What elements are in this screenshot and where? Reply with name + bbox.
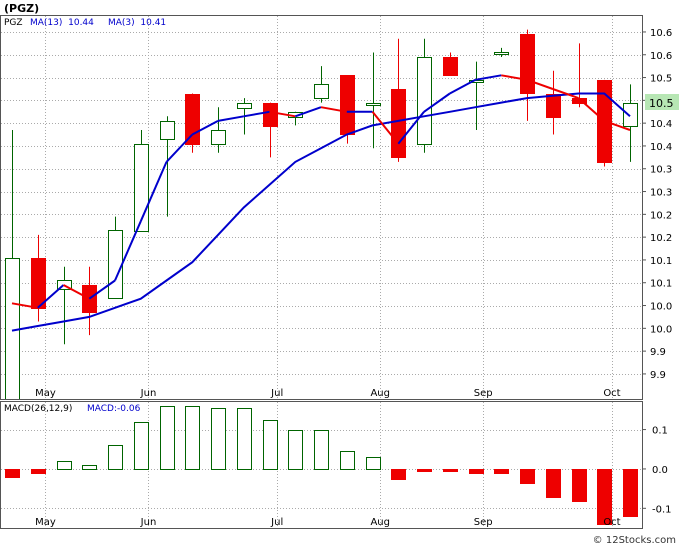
macd-x-tick-label: Oct bbox=[603, 517, 620, 528]
candle-down bbox=[443, 57, 458, 76]
watermark: © 12Stocks.com bbox=[593, 535, 676, 546]
candle-down bbox=[82, 285, 97, 313]
price-y-tick-label: 10.6 bbox=[650, 28, 672, 39]
price-x-tick-label: Jul bbox=[270, 388, 283, 399]
candle-up bbox=[623, 103, 638, 127]
macd-bar-negative bbox=[391, 469, 406, 480]
macd-bar-negative bbox=[31, 469, 46, 474]
candle-down bbox=[546, 94, 561, 118]
macd-x-tick-label: Jun bbox=[140, 517, 157, 528]
candle-up bbox=[494, 52, 509, 55]
macd-legend-value: MACD:-0.06 bbox=[87, 404, 141, 414]
macd-x-tick-label: Aug bbox=[370, 517, 390, 528]
chart-title: (PGZ) bbox=[4, 2, 39, 15]
macd-bar-negative bbox=[494, 469, 509, 474]
price-x-tick-label: May bbox=[35, 388, 56, 399]
macd-bar-positive bbox=[160, 406, 175, 470]
candle-down bbox=[391, 89, 406, 158]
legend-ma3: MA(3) 10.41 bbox=[108, 18, 166, 28]
macd-y-tick-label: 0.1 bbox=[652, 426, 668, 437]
candle-up bbox=[160, 121, 175, 140]
candle-up bbox=[417, 57, 432, 145]
macd-bar-positive bbox=[288, 430, 303, 470]
macd-bar-negative bbox=[572, 469, 587, 502]
macd-bar-positive bbox=[57, 461, 72, 470]
price-y-tick-label: 10.2 bbox=[650, 210, 672, 221]
macd-bar-negative bbox=[469, 469, 484, 474]
price-badge: 10.5 bbox=[649, 97, 674, 110]
macd-bar-positive bbox=[211, 408, 226, 470]
macd-y-tick-label: 0.0 bbox=[652, 465, 668, 476]
macd-bar-positive bbox=[237, 408, 252, 470]
macd-bar-negative bbox=[417, 469, 432, 472]
macd-bar-positive bbox=[263, 420, 278, 470]
price-x-tick-label: Oct bbox=[603, 388, 620, 399]
macd-x-tick-label: May bbox=[35, 517, 56, 528]
price-y-tick-label: 10.3 bbox=[650, 188, 672, 199]
price-x-tick-label: Aug bbox=[370, 388, 390, 399]
price-y-tick-label: 10.2 bbox=[650, 233, 672, 244]
stock-chart: 10.6 10.6 10.5 10.5 10.4 10.4 10.3 10.3 10.2 10.2… bbox=[0, 0, 680, 546]
price-y-tick-label: 10.3 bbox=[650, 165, 672, 176]
macd-bar-negative bbox=[443, 469, 458, 472]
candle-down bbox=[263, 103, 278, 127]
price-y-tick-label: 10.0 bbox=[650, 302, 672, 313]
candle-down bbox=[31, 258, 46, 309]
price-y-tick-label: 10.6 bbox=[650, 51, 672, 62]
macd-bar-positive bbox=[314, 430, 329, 470]
price-y-tick-label: 9.9 bbox=[650, 370, 666, 381]
price-x-tick-label: Sep bbox=[474, 388, 493, 399]
macd-bar-positive bbox=[340, 451, 355, 470]
macd-bar-positive bbox=[82, 465, 97, 470]
candle-down bbox=[340, 75, 355, 135]
candle-up bbox=[366, 103, 381, 106]
legend-ma13: MA(13) 10.44 bbox=[30, 18, 94, 28]
macd-x-tick-label: Sep bbox=[474, 517, 493, 528]
macd-bar-positive bbox=[185, 406, 200, 470]
macd-y-tick-label: -0.1 bbox=[652, 504, 672, 515]
candle-up bbox=[108, 230, 123, 299]
candle-up bbox=[237, 103, 252, 109]
candle-down bbox=[520, 34, 535, 94]
price-y-tick-label: 10.4 bbox=[650, 119, 672, 130]
candle-up bbox=[211, 130, 226, 145]
macd-bar-positive bbox=[108, 445, 123, 470]
macd-bar-negative bbox=[623, 469, 638, 517]
macd-x-tick-label: Jul bbox=[270, 517, 283, 528]
price-y-tick-label: 9.9 bbox=[650, 347, 666, 358]
price-y-tick-label: 10.1 bbox=[650, 256, 672, 267]
macd-bar-positive bbox=[134, 422, 149, 470]
price-y-tick-label: 10.0 bbox=[650, 324, 672, 335]
price-y-tick-label: 10.5 bbox=[650, 74, 672, 85]
macd-bar-negative bbox=[546, 469, 561, 498]
macd-legend-title: MACD(26,12,9) bbox=[4, 404, 72, 414]
macd-bar-negative bbox=[520, 469, 535, 484]
macd-bar-negative bbox=[5, 469, 20, 478]
price-x-tick-label: Jun bbox=[140, 388, 157, 399]
chart-svg: 10.6 10.6 10.5 10.5 10.4 10.4 10.3 10.3 10.2 10.2… bbox=[0, 0, 680, 546]
macd-bar-positive bbox=[366, 457, 381, 470]
price-y-tick-label: 10.4 bbox=[650, 142, 672, 153]
candle-up bbox=[314, 84, 329, 99]
price-y-tick-label: 10.1 bbox=[650, 279, 672, 290]
legend-ticker: PGZ bbox=[4, 18, 23, 28]
candle-down bbox=[185, 94, 200, 145]
